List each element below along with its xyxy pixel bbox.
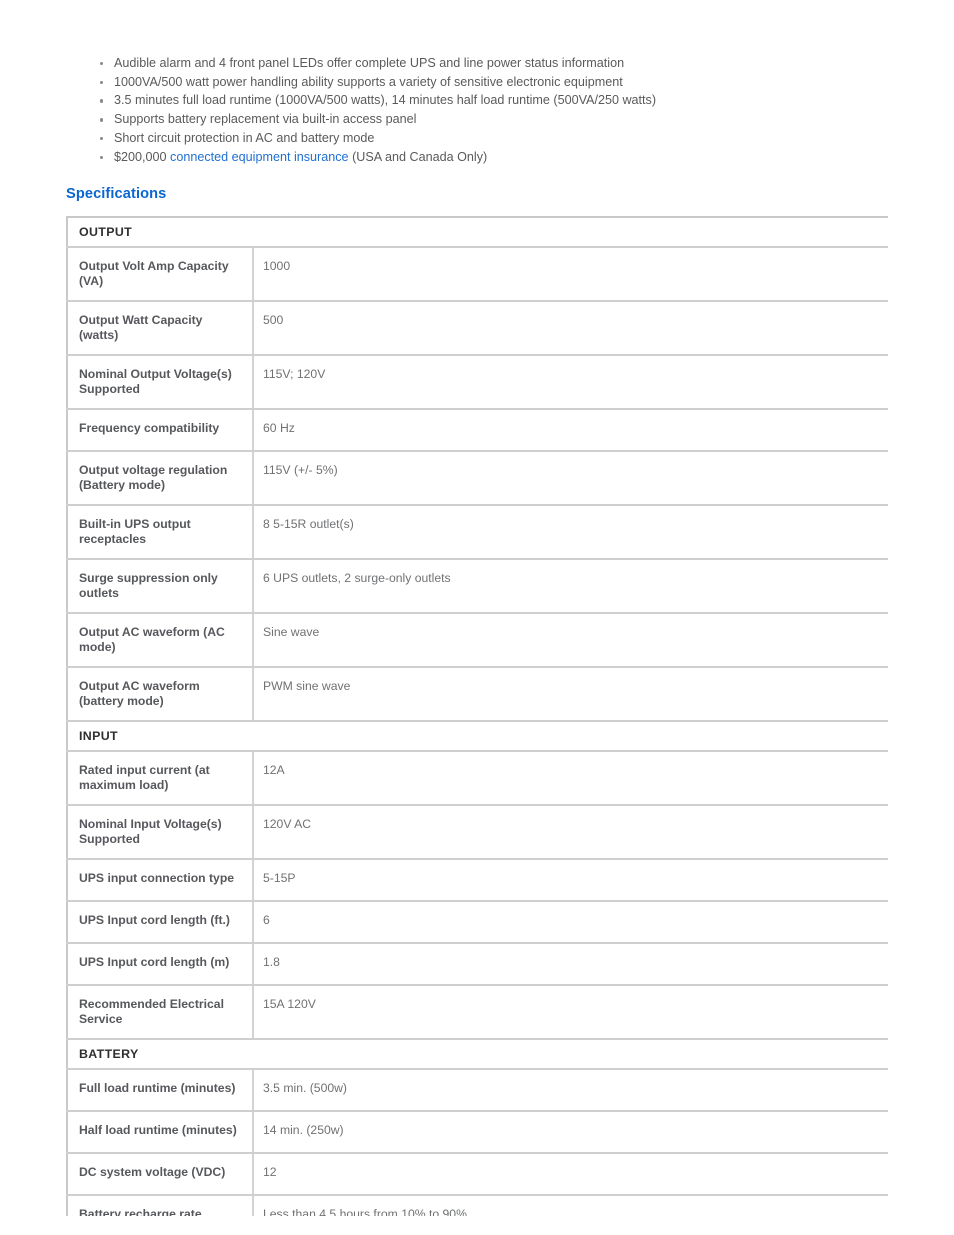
connected-equipment-insurance-link[interactable]: connected equipment insurance (170, 150, 349, 164)
feature-text: Short circuit protection in AC and batte… (114, 130, 375, 145)
spec-row: Full load runtime (minutes) 3.5 min. (500… (67, 1069, 888, 1112)
spec-value: 3.5 min. (500w) (253, 1069, 888, 1112)
spec-value: PWM sine wave (253, 667, 888, 722)
feature-bullet-item: 1000VA/500 watt power handling ability s… (96, 73, 896, 91)
spec-label: Output Watt Capacity (watts) (67, 301, 254, 356)
spec-label: DC system voltage (VDC) (67, 1153, 254, 1196)
spec-value: 6 UPS outlets, 2 surge-only outlets (253, 559, 888, 614)
spec-label: Nominal Input Voltage(s) Supported (67, 805, 254, 860)
spec-label: UPS Input cord length (m) (67, 943, 254, 986)
spec-value: 5-15P (253, 859, 888, 902)
spec-label: Nominal Output Voltage(s) Supported (67, 355, 254, 410)
spec-row: UPS input connection type 5-15P (67, 859, 888, 902)
spec-section-title: INPUT (67, 721, 888, 752)
spec-value: Sine wave (253, 613, 888, 668)
feature-text: 1000VA/500 watt power handling ability s… (114, 74, 623, 89)
specifications-table-body: OUTPUT Output Volt Amp Capacity (VA) 1000 O… (67, 217, 888, 1216)
spec-value: 115V; 120V (253, 355, 888, 410)
spec-label: Surge suppression only outlets (67, 559, 254, 614)
spec-row: Battery recharge rate (included batterie… (67, 1195, 888, 1216)
spec-value: 1000 (253, 247, 888, 302)
spec-label: Half load runtime (minutes) (67, 1111, 254, 1154)
feature-text: 3.5 minutes full load runtime (1000VA/50… (114, 93, 657, 108)
spec-label: Frequency compatibility (67, 409, 254, 452)
feature-text: Audible alarm and 4 front panel LEDs off… (114, 56, 625, 70)
spec-section-header-row: INPUT (67, 721, 888, 752)
spec-label: Battery recharge rate (included batterie… (67, 1195, 254, 1216)
spec-row: Recommended Electrical Service 15A 120V (67, 985, 888, 1040)
specifications-page: Audible alarm and 4 front panel LEDs off… (0, 0, 954, 1235)
spec-value: 14 min. (250w) (253, 1111, 888, 1154)
spec-label: Rated input current (at maximum load) (67, 751, 254, 806)
spec-row: DC system voltage (VDC) 12 (67, 1153, 888, 1196)
spec-label: Built-in UPS output receptacles (67, 505, 254, 560)
spec-label: Output AC waveform (AC mode) (67, 613, 254, 668)
spec-label: UPS Input cord length (ft.) (67, 901, 254, 944)
feature-bullet-item: 3.5 minutes full load runtime (1000VA/50… (96, 91, 896, 109)
spec-label: Full load runtime (minutes) (67, 1069, 254, 1112)
feature-text-suffix: (USA and Canada Only) (348, 149, 488, 164)
spec-row: Frequency compatibility 60 Hz (67, 409, 888, 452)
spec-value: 12A (253, 751, 888, 806)
feature-bullet-list: Audible alarm and 4 front panel LEDs off… (96, 54, 896, 166)
spec-label: Output voltage regulation (Battery mode) (67, 451, 254, 506)
spec-label: Output Volt Amp Capacity (VA) (67, 247, 254, 302)
spec-section-header-row: OUTPUT (67, 217, 888, 248)
spec-section-header-row: BATTERY (67, 1039, 888, 1070)
spec-value: 1.8 (253, 943, 888, 986)
spec-section-title: OUTPUT (67, 217, 888, 248)
spec-row: Output voltage regulation (Battery mode)… (67, 451, 888, 506)
spec-row: Surge suppression only outlets 6 UPS outl… (67, 559, 888, 614)
spec-row: UPS Input cord length (ft.) 6 (67, 901, 888, 944)
spec-value: Less than 4.5 hours from 10% to 90% (253, 1195, 888, 1216)
page-title: Specifications (66, 186, 167, 202)
feature-text: $200,000 (114, 149, 171, 164)
spec-value: 60 Hz (253, 409, 888, 452)
spec-row: UPS Input cord length (m) 1.8 (67, 943, 888, 986)
spec-row: Nominal Output Voltage(s) Supported 115V;… (67, 355, 888, 410)
spec-row: Built-in UPS output receptacles 8 5-15R o… (67, 505, 888, 560)
spec-row: Rated input current (at maximum load) 12A (67, 751, 888, 806)
spec-value: 12 (253, 1153, 888, 1196)
feature-bullet-item: Supports battery replacement via built-i… (96, 110, 896, 128)
specifications-table: OUTPUT Output Volt Amp Capacity (VA) 1000 O… (66, 216, 888, 1216)
spec-label: Recommended Electrical Service (67, 985, 254, 1040)
feature-bullet-item: Audible alarm and 4 front panel LEDs off… (96, 54, 896, 72)
spec-value: 500 (253, 301, 888, 356)
spec-label: UPS input connection type (67, 859, 254, 902)
feature-bullet-item: $200,000 connected equipment insurance (… (96, 148, 896, 166)
feature-bullet-item: Short circuit protection in AC and batte… (96, 129, 896, 147)
specifications-table-container: OUTPUT Output Volt Amp Capacity (VA) 1000 O… (66, 216, 888, 1216)
spec-value: 115V (+/- 5%) (253, 451, 888, 506)
spec-value: 6 (253, 901, 888, 944)
spec-value: 120V AC (253, 805, 888, 860)
spec-row: Output AC waveform (AC mode) Sine wave (67, 613, 888, 668)
spec-value: 8 5-15R outlet(s) (253, 505, 888, 560)
spec-row: Output Watt Capacity (watts) 500 (67, 301, 888, 356)
spec-row: Output AC waveform (battery mode) PWM sin… (67, 667, 888, 722)
spec-row: Half load runtime (minutes) 14 min. (250w… (67, 1111, 888, 1154)
spec-section-title: BATTERY (67, 1039, 888, 1070)
spec-label: Output AC waveform (battery mode) (67, 667, 254, 722)
spec-row: Nominal Input Voltage(s) Supported 120V A… (67, 805, 888, 860)
spec-value: 15A 120V (253, 985, 888, 1040)
feature-text: Supports battery replacement via built-i… (114, 112, 417, 127)
spec-row: Output Volt Amp Capacity (VA) 1000 (67, 247, 888, 302)
